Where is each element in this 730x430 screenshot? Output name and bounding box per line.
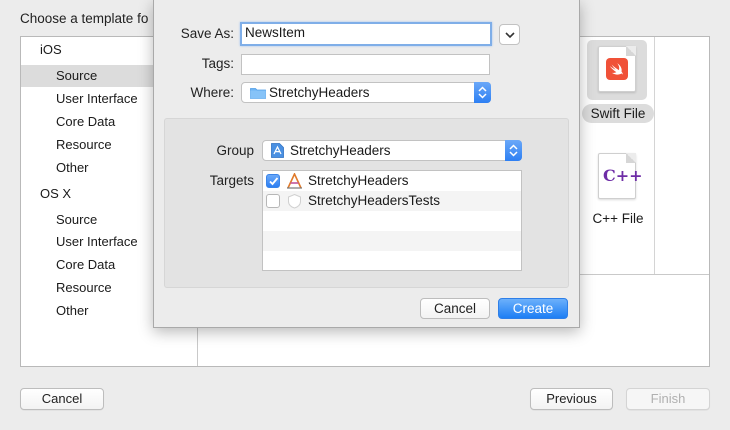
save-sheet: Save As: NewsItem Tags: Where: StretchyH… [153,0,580,328]
where-value: StretchyHeaders [269,85,370,100]
tags-label: Tags: [201,56,234,71]
test-target-icon [288,193,301,209]
group-popup[interactable]: StretchyHeaders [262,140,522,161]
target-checkbox-checked[interactable] [266,174,280,188]
save-as-field[interactable]: NewsItem [240,22,492,46]
target-row-empty [263,251,521,271]
target-row-empty [263,211,521,231]
group-value: StretchyHeaders [290,143,391,158]
swift-logo-icon [606,58,628,80]
where-label: Where: [190,85,234,100]
popup-stepper-icon [474,82,491,103]
template-grid-divider [654,37,655,274]
sheet-cancel-button[interactable]: Cancel [420,298,490,319]
targets-label: Targets [209,173,254,188]
targets-list: StretchyHeaders StretchyHeadersTests [262,170,522,271]
target-name: StretchyHeadersTests [308,193,441,208]
app-target-icon [287,173,302,189]
chooser-cancel-button[interactable]: Cancel [20,388,104,410]
save-as-label: Save As: [180,26,234,41]
swift-file-template[interactable] [587,40,647,100]
target-row-empty [263,231,521,251]
cpp-file-label: C++ File [592,211,644,226]
previous-button[interactable]: Previous [530,388,613,410]
cpp-glyph: C++ [603,166,643,185]
swift-file-icon [598,46,636,92]
target-name: StretchyHeaders [308,173,409,188]
finish-button[interactable]: Finish [626,388,710,410]
create-button[interactable]: Create [498,298,568,319]
target-checkbox-unchecked[interactable] [266,194,280,208]
chooser-title: Choose a template fo [20,11,149,26]
folder-icon [250,88,266,99]
target-row[interactable]: StretchyHeaders [263,171,521,191]
chevron-down-icon [505,32,515,39]
popup-stepper-icon [505,140,522,161]
checkmark-icon [269,177,279,186]
expand-sheet-button[interactable] [499,24,520,45]
project-file-icon [271,143,284,158]
swift-file-label: Swift File [582,104,654,123]
where-popup[interactable]: StretchyHeaders [241,82,491,103]
target-row[interactable]: StretchyHeadersTests [263,191,521,211]
tags-field[interactable] [241,54,490,75]
group-label: Group [216,143,254,158]
cpp-file-icon: C++ [598,153,643,199]
cpp-file-template[interactable]: C++ [587,147,647,207]
